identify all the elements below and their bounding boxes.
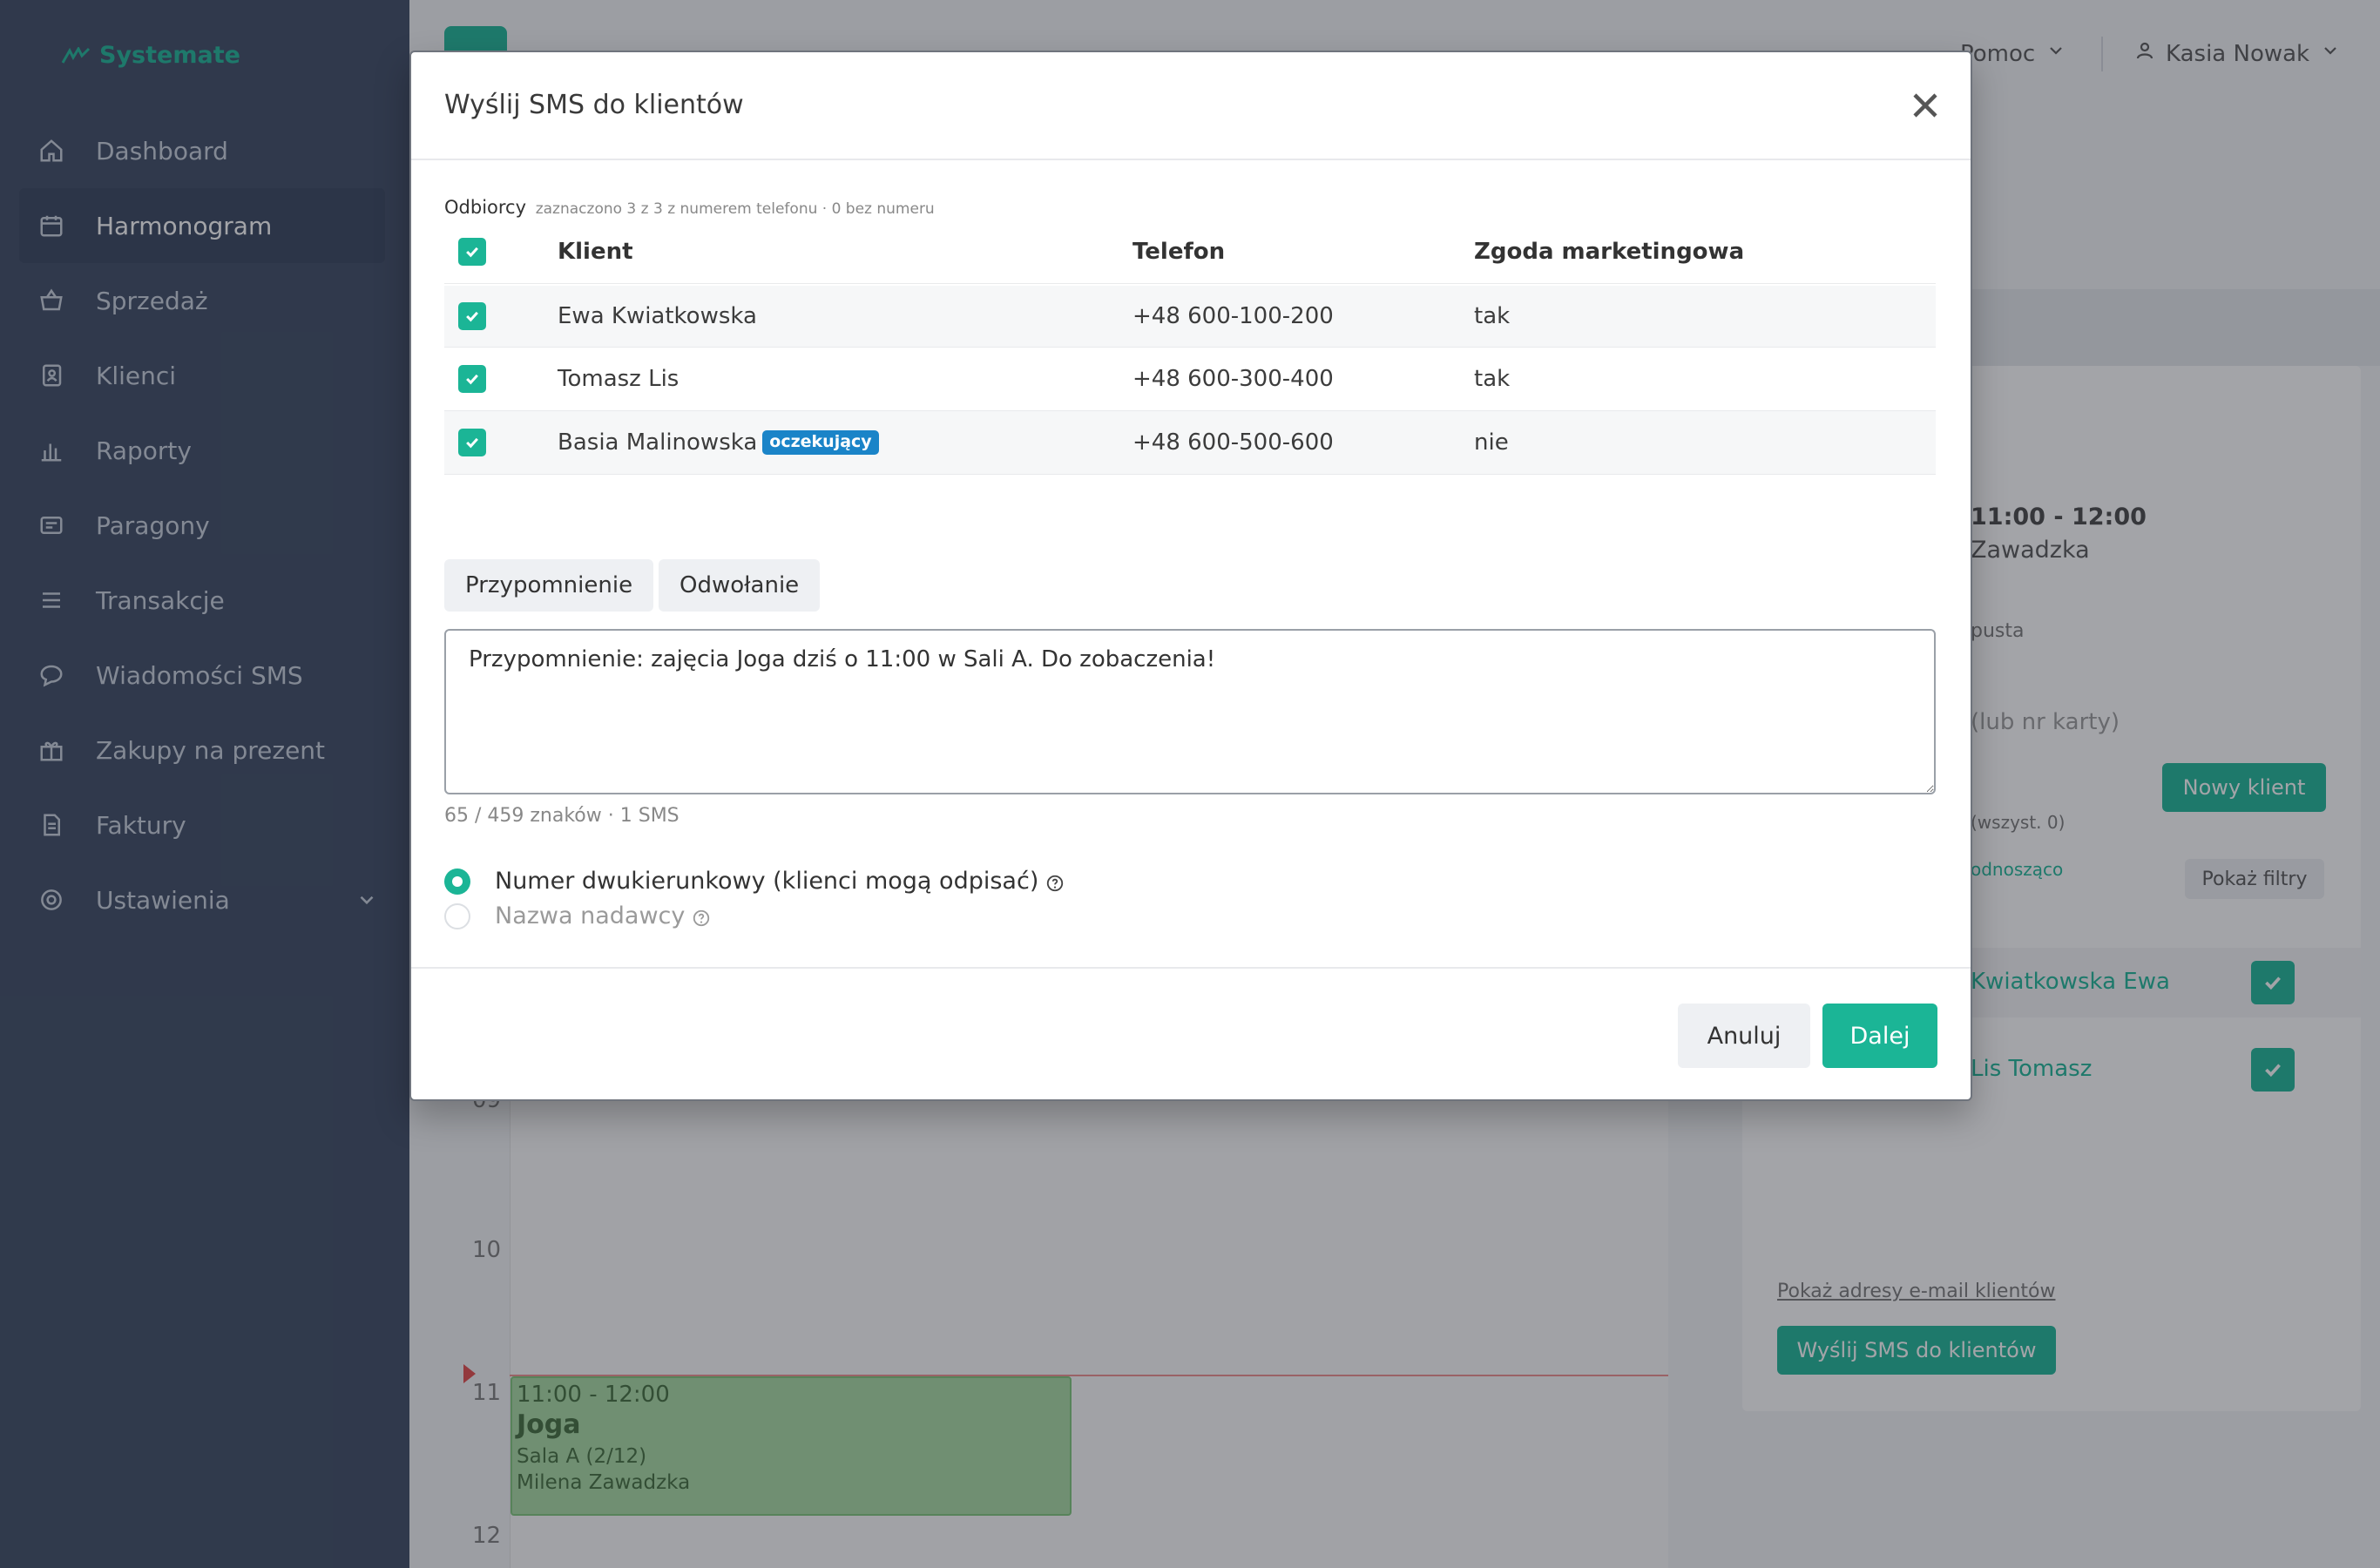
client-phone: +48 600-100-200 <box>1133 303 1334 329</box>
recipients-title: Odbiorcy <box>444 197 527 218</box>
close-icon <box>1913 92 1937 118</box>
sms-message-input[interactable]: Przypomnienie: zajęcia Joga dziś o 11:00… <box>444 629 1936 794</box>
client-name: Basia Malinowska <box>558 429 758 456</box>
client-phone: +48 600-500-600 <box>1133 429 1334 456</box>
recipients-summary: zaznaczono 3 z 3 z numerem telefonu · 0 … <box>535 200 935 218</box>
character-counter: 65 / 459 znaków · 1 SMS <box>444 805 680 827</box>
recipients-label: Odbiorcy zaznaczono 3 z 3 z numerem tele… <box>444 197 935 218</box>
sender-option-label: Nazwa nadawcy <box>495 902 686 929</box>
client-phone: +48 600-300-400 <box>1133 366 1334 392</box>
select-all-checkbox[interactable] <box>458 237 486 266</box>
client-name-cell: Basia Malinowska oczekujący <box>558 429 879 456</box>
table-row: Ewa Kwiatkowska +48 600-100-200 tak <box>444 286 1936 348</box>
table-header: Klient Telefon Zgoda marketingowa <box>444 220 1936 284</box>
column-header-consent[interactable]: Zgoda marketingowa <box>1474 239 1744 265</box>
status-badge: oczekujący <box>762 430 879 455</box>
check-icon <box>466 311 478 322</box>
client-name: Ewa Kwiatkowska <box>558 303 757 329</box>
template-reminder-button[interactable]: Przypomnienie <box>444 559 654 612</box>
sender-option-sender-name[interactable]: Nazwa nadawcy <box>444 902 711 929</box>
radio-selected[interactable] <box>444 868 470 895</box>
modal-header: Wyślij SMS do klientów <box>411 52 1971 160</box>
cancel-button[interactable]: Anuluj <box>1678 1004 1810 1068</box>
row-checkbox[interactable] <box>458 302 486 330</box>
modal-footer-divider <box>411 967 1971 969</box>
check-icon <box>466 437 478 449</box>
next-button[interactable]: Dalej <box>1822 1004 1937 1068</box>
send-sms-modal: Wyślij SMS do klientów Odbiorcy zaznaczo… <box>409 51 1972 1101</box>
client-consent: nie <box>1474 429 1509 456</box>
column-header-client[interactable]: Klient <box>558 239 633 265</box>
table-row: Tomasz Lis +48 600-300-400 tak <box>444 348 1936 411</box>
close-button[interactable] <box>1904 85 1946 127</box>
modal-title: Wyślij SMS do klientów <box>444 90 744 120</box>
table-row: Basia Malinowska oczekujący +48 600-500-6… <box>444 411 1936 475</box>
client-consent: tak <box>1474 366 1511 392</box>
client-consent: tak <box>1474 303 1511 329</box>
help-icon[interactable] <box>692 907 711 926</box>
client-name: Tomasz Lis <box>558 366 680 392</box>
recipients-table: Klient Telefon Zgoda marketingowa Ewa Kw… <box>444 237 1936 475</box>
sender-option-two-way[interactable]: Numer dwukierunkowy (klienci mogą odpisa… <box>444 868 1065 895</box>
row-checkbox[interactable] <box>458 365 486 393</box>
sender-option-label: Numer dwukierunkowy (klienci mogą odpisa… <box>495 868 1039 895</box>
help-icon[interactable] <box>1045 872 1065 891</box>
row-checkbox[interactable] <box>458 429 486 456</box>
column-header-phone[interactable]: Telefon <box>1133 239 1225 265</box>
check-icon <box>466 247 478 257</box>
radio-unselected[interactable] <box>444 902 470 929</box>
check-icon <box>466 374 478 385</box>
template-cancellation-button[interactable]: Odwołanie <box>659 559 821 612</box>
